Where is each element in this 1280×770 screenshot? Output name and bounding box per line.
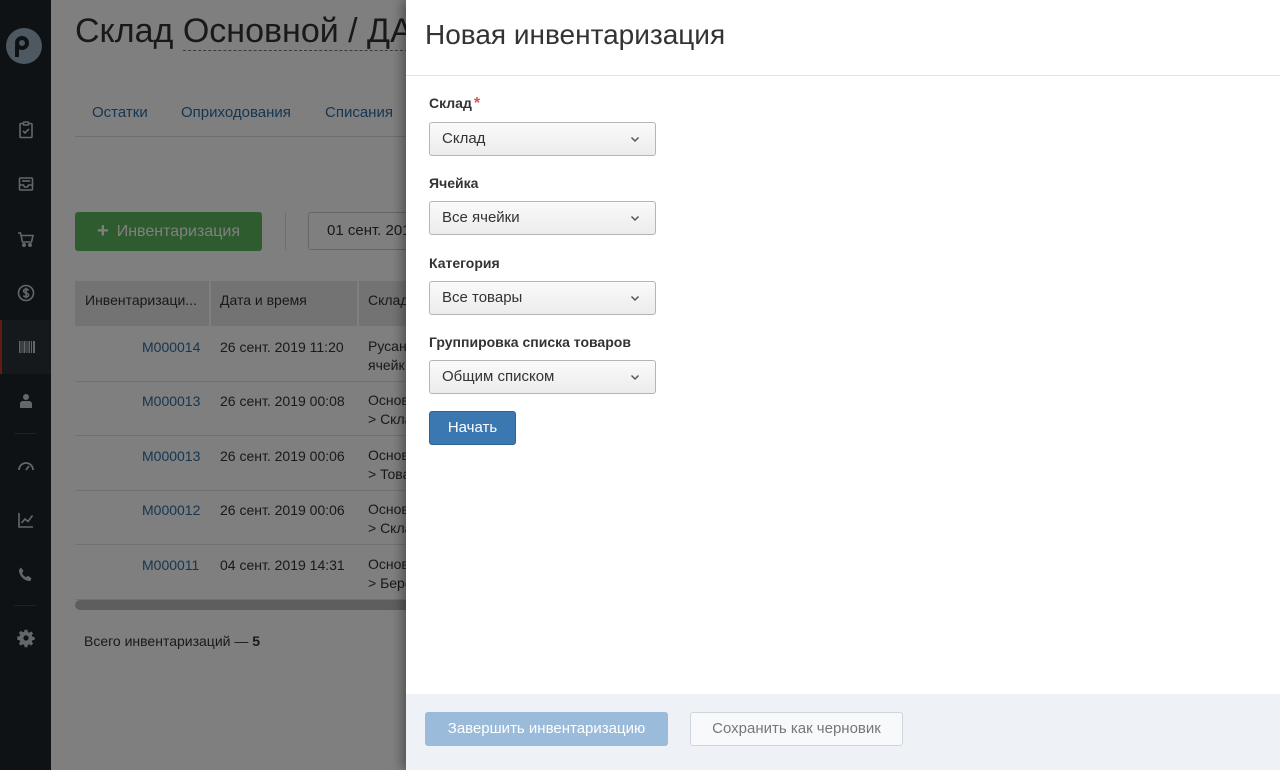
required-mark: * bbox=[473, 95, 481, 112]
start-button[interactable]: Начать bbox=[429, 411, 516, 445]
grouping-select-value: Общим списком bbox=[442, 368, 555, 385]
chevron-down-icon bbox=[630, 295, 640, 302]
warehouse-select[interactable]: Склад bbox=[429, 122, 656, 156]
chevron-down-icon bbox=[630, 215, 640, 222]
new-inventory-panel: Новая инвентаризация Склад * Склад Ячейка… bbox=[406, 0, 1280, 770]
warehouse-label-text: Склад bbox=[429, 95, 472, 111]
warehouse-select-value: Склад bbox=[442, 130, 486, 147]
grouping-select[interactable]: Общим списком bbox=[429, 360, 656, 394]
cell-select-value: Все ячейки bbox=[442, 209, 520, 226]
finish-inventory-button[interactable]: Завершить инвентаризацию bbox=[425, 712, 668, 746]
panel-title: Новая инвентаризация bbox=[425, 19, 726, 50]
category-field-label: Категория bbox=[429, 255, 500, 271]
panel-footer: Завершить инвентаризацию Сохранить как ч… bbox=[406, 694, 1280, 770]
chevron-down-icon bbox=[630, 136, 640, 143]
category-select-value: Все товары bbox=[442, 289, 523, 306]
modal-backdrop[interactable] bbox=[0, 0, 406, 770]
cell-field-label: Ячейка bbox=[429, 175, 479, 191]
warehouse-field-label: Склад * bbox=[429, 95, 480, 113]
grouping-field-label: Группировка списка товаров bbox=[429, 334, 631, 350]
chevron-down-icon bbox=[630, 374, 640, 381]
cell-select[interactable]: Все ячейки bbox=[429, 201, 656, 235]
save-draft-button[interactable]: Сохранить как черновик bbox=[690, 712, 903, 746]
panel-header: Новая инвентаризация bbox=[406, 0, 1280, 76]
category-select[interactable]: Все товары bbox=[429, 281, 656, 315]
